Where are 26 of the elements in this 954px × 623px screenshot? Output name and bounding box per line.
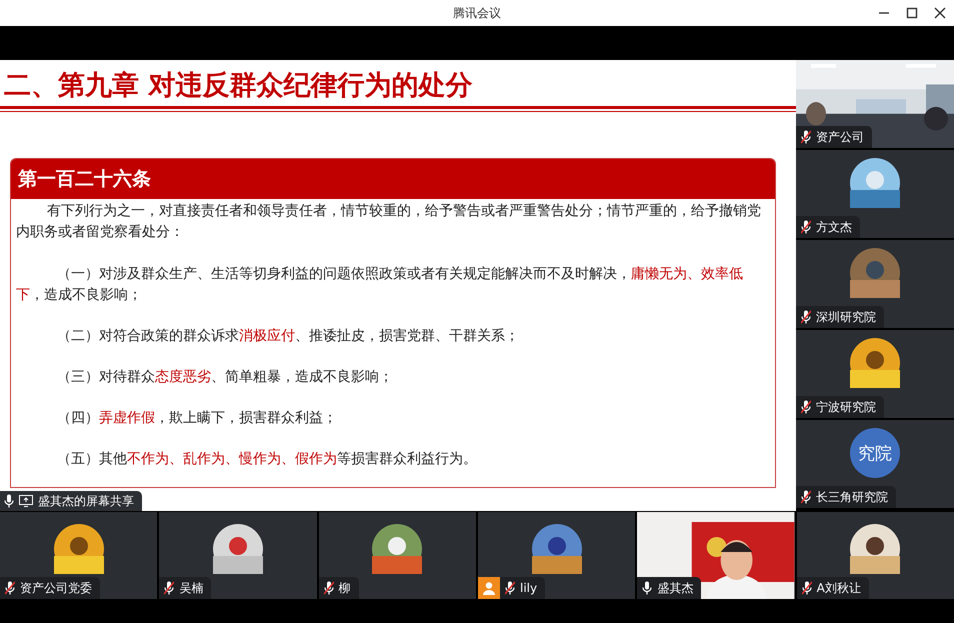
- slide-heading: 二、第九章 对违反群众纪律行为的处分: [3, 69, 474, 103]
- person-icon: [478, 577, 500, 599]
- article-paragraph: （一）对涉及群众生产、生活等切身利益的问题依照政策或者有关规定能解决而不及时解决，庸懒无为、效率低下，造成不良影响；: [16, 265, 744, 305]
- maximize-icon[interactable]: [906, 7, 918, 19]
- participant-name: 深圳研究院: [796, 306, 884, 328]
- participant-name: 方文杰: [796, 216, 860, 238]
- participant-name: 资产公司党委: [0, 577, 100, 599]
- article-paragraph: （五）其他不作为、乱作为、慢作为、假作为等损害群众利益行为。: [56, 450, 478, 469]
- close-icon[interactable]: [934, 7, 946, 19]
- article-paragraph: 有下列行为之一，对直接责任者和领导责任者，情节较重的，给予警告或者严重警告处分；情节严重的，给予撤销党内职务或者留党察看处分：: [16, 202, 762, 242]
- participant-name: 吴楠: [159, 577, 212, 599]
- screen-share-icon: [19, 495, 33, 507]
- article-title: 第一百二十六条: [11, 159, 775, 199]
- participant-name: 资产公司: [796, 126, 872, 148]
- participant-name: 盛其杰: [637, 577, 702, 599]
- participant-name: 长三角研究院: [796, 486, 896, 508]
- article-paragraph: （三）对待群众态度恶劣、简单粗暴，造成不良影响；: [56, 368, 394, 387]
- avatar-initials: 究院: [850, 428, 900, 478]
- participant-name: lily: [500, 577, 546, 599]
- window-title: 腾讯会议: [453, 4, 501, 22]
- participant-name: A刘秋让: [796, 577, 869, 599]
- participant-name: 宁波研究院: [796, 396, 884, 418]
- participant-name: 柳: [318, 577, 359, 599]
- article-paragraph: （二）对符合政策的群众诉求消极应付、推诿扯皮，损害党群、干群关系；: [56, 327, 520, 346]
- screen-share-label: 盛其杰的屏幕共享: [0, 491, 142, 511]
- article-paragraph: （四）弄虚作假，欺上瞒下，损害群众利益；: [56, 409, 338, 428]
